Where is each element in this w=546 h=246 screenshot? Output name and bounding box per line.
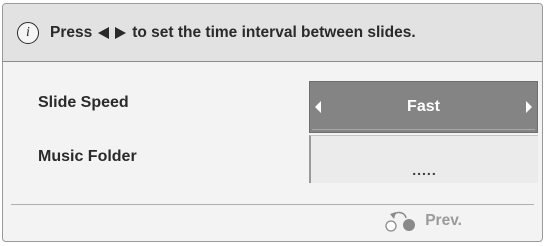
- slide-speed-label: Slide Speed: [38, 94, 129, 111]
- instruction-text-before: Press: [50, 23, 93, 41]
- prev-label: Prev.: [425, 212, 462, 229]
- prev-button[interactable]: Prev.: [383, 210, 462, 232]
- return-icon: [383, 210, 417, 232]
- footer-divider: [11, 204, 534, 205]
- info-icon-glyph: i: [26, 24, 30, 40]
- instruction-text: Press to set the time interval between s…: [50, 24, 416, 42]
- music-folder-value: .....: [412, 162, 437, 178]
- slide-speed-value: Fast: [407, 98, 440, 115]
- info-icon: i: [17, 21, 39, 44]
- selector-underline: [312, 129, 535, 130]
- instruction-header: i Press to set the time interval between…: [3, 4, 542, 62]
- right-arrow-icon[interactable]: [526, 101, 532, 113]
- instruction-text-after: to set the time interval between slides.: [132, 23, 416, 41]
- music-folder-label: Music Folder: [38, 148, 137, 165]
- slide-speed-selector[interactable]: Fast: [309, 81, 538, 133]
- left-right-arrows-icon: [98, 26, 127, 40]
- slideshow-settings-panel: i Press to set the time interval between…: [2, 3, 543, 242]
- music-folder-selector[interactable]: .....: [309, 135, 538, 183]
